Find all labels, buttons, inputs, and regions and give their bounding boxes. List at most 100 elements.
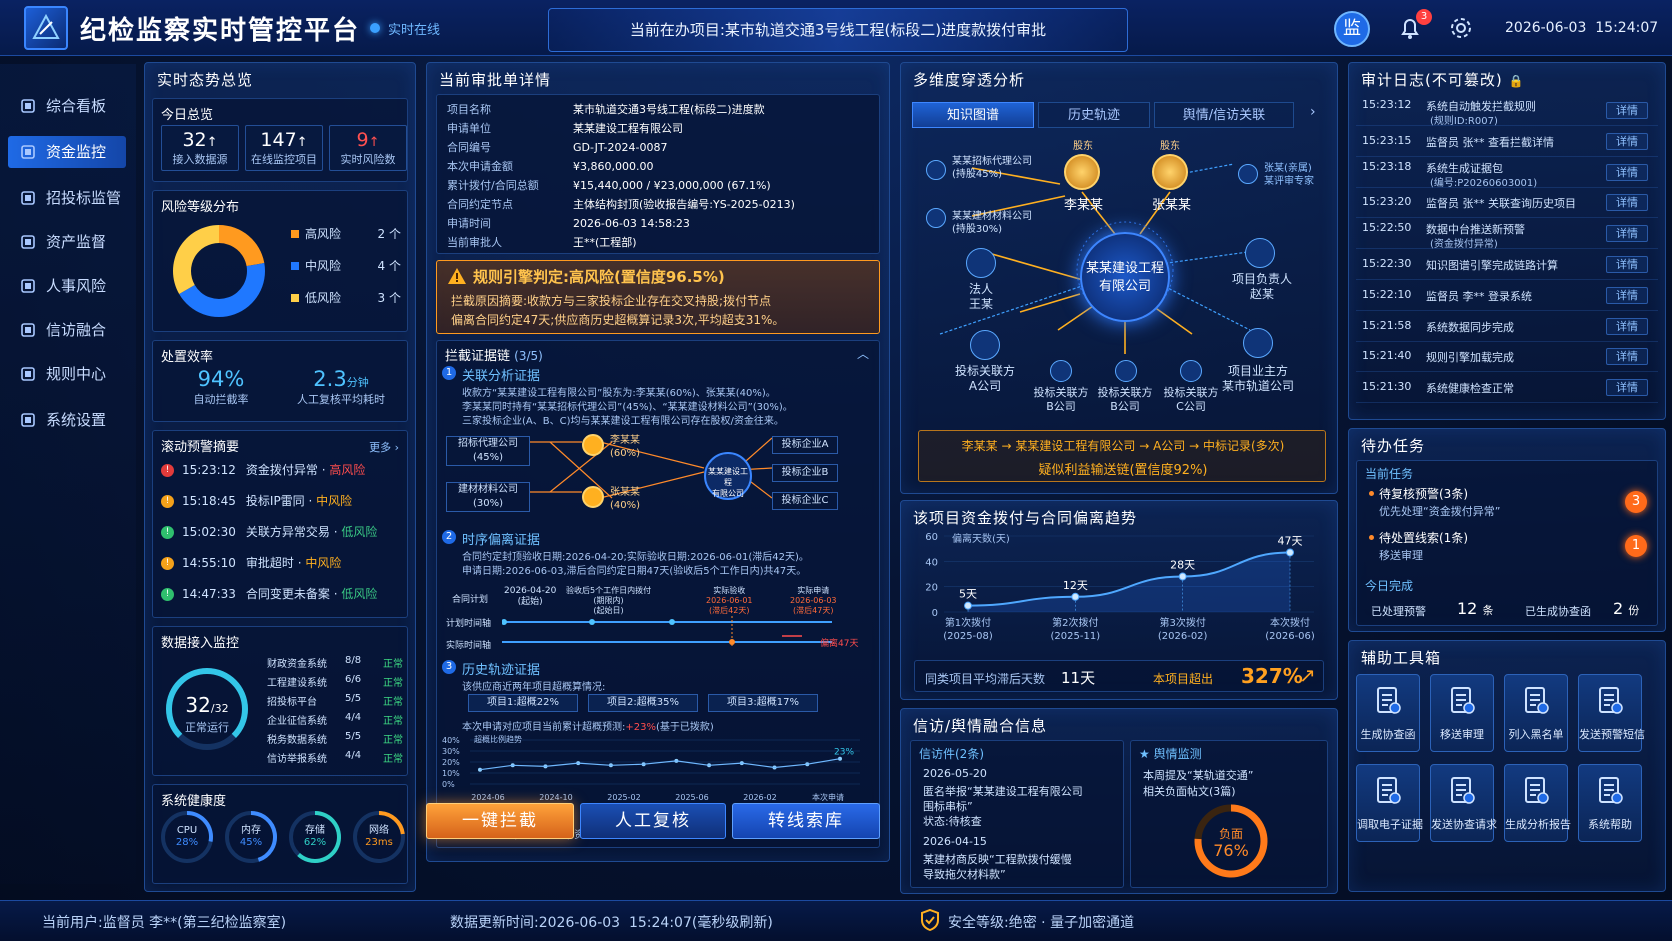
graph-b2-icon[interactable] [1115,360,1137,382]
tool-button-6[interactable]: 生成分析报告 [1504,764,1571,842]
tool-button-1[interactable]: 移送审理 [1430,674,1494,752]
log-detail-button[interactable]: 详情 [1606,132,1648,150]
kpi-card-2[interactable]: 9↑ 实时风险数 [329,125,407,171]
log-time: 15:23:15 [1362,133,1412,147]
graph-material-icon[interactable] [926,208,946,228]
alert-item[interactable]: ! 15:23:12 资金拨付异常 · 高风险 [161,461,365,478]
tool-button-7[interactable]: 系统帮助 [1578,764,1642,842]
todo-item[interactable]: 待处置线索(1条) 移送审理 1 [1365,529,1651,569]
log-detail-button[interactable]: 详情 [1606,225,1648,243]
todo-item[interactable]: 待复核预警(3条) 优先处理“资金拨付异常” 3 [1365,485,1651,525]
graph-legal-icon[interactable] [966,248,996,278]
graph-shareholder-tag-2: 股东 [1160,141,1180,152]
source-count: 5/5 [345,693,362,704]
history-tag-2[interactable]: 项目3:超概17% [708,694,818,712]
alert-item[interactable]: ! 14:55:10 审批超时 · 中风险 [161,554,341,571]
tab-2[interactable]: 舆情/信访关联 [1154,102,1294,128]
petition-title: 信访/舆情融合信息 [913,717,1048,735]
efficiency-number: 2.3 [313,367,347,391]
letter-2-text1: 某建材商反映“工程款拨付缓慢 [923,853,1072,866]
transfer-clue-button[interactable]: 转线索库 [732,803,880,839]
tool-button-3[interactable]: 发送预警短信 [1578,674,1645,752]
graph-agent-name: 某某招标代理公司 [952,156,1032,167]
evidence-2-text2: 申请日期:2026-06-03,滞后合同约定日期47天(验收后5个工作日内)共4… [462,566,807,577]
tool-label: 列入黑名单 [1508,728,1564,741]
log-detail-button[interactable]: 详情 [1606,286,1648,304]
gear-icon[interactable] [1448,15,1474,41]
intercept-button[interactable]: 一键拦截 [426,803,574,839]
alert-item[interactable]: ! 15:18:45 投标IP雷同 · 中风险 [161,492,352,509]
detail-field: 项目名称 某市轨道交通3号线工程(标段二)进度款 [447,101,765,117]
asset-icon [21,235,35,249]
field-key: 项目名称 [447,103,491,116]
graph-center-node[interactable]: 某某建设工程 有限公司 [1080,232,1170,322]
manual-review-button[interactable]: 人工复核 [580,803,726,839]
risk-legend-0: 高风险 2 个 [291,225,401,242]
history-tag-1[interactable]: 项目2:超概35% [588,694,698,712]
alert-item[interactable]: ! 15:02:30 关联方异常交易 · 低风险 [161,523,377,540]
project-banner[interactable]: 当前在办项目:某市轨道交通3号线工程(标段二)进度款拨付审批 [548,8,1128,52]
graph-zhang-person-icon[interactable] [1152,154,1188,190]
field-value: ¥15,440,000 / ¥23,000,000 (67.1%) [573,179,771,192]
history-tag-0[interactable]: 项目1:超概22% [468,694,578,712]
tab-1[interactable]: 历史轨迹 [1038,102,1150,128]
rule-icon [21,367,35,381]
sidebar-item-0[interactable]: 综合看板 [8,90,126,122]
sidebar-item-4[interactable]: 人事风险 [8,270,126,302]
user-avatar[interactable]: 监 [1334,11,1370,47]
todo-subtext: 移送审理 [1379,549,1423,562]
kpi-card-1[interactable]: 147↑ 在线监控项目 [245,125,323,171]
tab-0[interactable]: 知识图谱 [912,102,1034,128]
audit-title-text: 审计日志(不可篡改) [1361,71,1503,89]
sidebar-item-7[interactable]: 系统设置 [8,404,126,436]
log-detail-button[interactable]: 详情 [1606,102,1648,119]
timeline-date3: 实际验收 2026-06-01 (滞后42天) [706,586,753,616]
opinion-text1: 本周提及“某轨道交通” [1143,769,1254,782]
alert-item[interactable]: ! 14:47:33 合同变更未备案 · 低风险 [161,585,377,602]
sidebar-item-6[interactable]: 规则中心 [8,358,126,390]
log-detail-button[interactable]: 详情 [1606,379,1648,397]
log-time: 15:22:50 [1362,221,1412,235]
graph-b-icon[interactable] [1050,360,1072,382]
graph-li-person-icon[interactable] [1064,154,1100,190]
collapse-chevron-icon[interactable]: ︿ [857,345,869,362]
tool-button-2[interactable]: 列入黑名单 [1504,674,1568,752]
graph-pm-icon[interactable] [1245,238,1275,268]
audit-title: 审计日志(不可篡改) 🔒 [1361,69,1524,90]
legend-count: 2 个 [377,227,401,241]
graph-c-icon[interactable] [1180,360,1202,382]
source-name: 招投标平台 [267,697,317,708]
e1-zhang-person-icon [582,486,604,508]
e1-center-line1: 某某建设工程 [708,467,748,487]
log-detail-button[interactable]: 详情 [1606,256,1648,273]
graph-a-name: A公司 [968,379,1002,393]
log-detail-button[interactable]: 详情 [1606,194,1648,212]
health-name: 存储 [305,825,325,836]
tool-button-5[interactable]: 发送协查请求 [1430,764,1497,842]
donut-slice-0 [219,225,265,267]
alerts-more-link[interactable]: 更多 › [369,439,399,455]
log-detail-button[interactable]: 详情 [1606,348,1648,366]
sidebar-item-2[interactable]: 招投标监管 [8,182,126,214]
log-text: 知识图谱引擎完成链路计算 [1426,259,1558,272]
tab-next-chevron-icon[interactable]: › [1310,104,1316,120]
bidding-icon [21,191,35,205]
tool-button-4[interactable]: 调取电子证据 [1356,764,1423,842]
e1-company-a: 投标企业A [772,436,838,454]
graph-a-icon[interactable] [970,330,1000,360]
sidebar-item-1[interactable]: 资金监控 [8,136,126,168]
evidence-2-text1: 合同约定封顶验收日期:2026-04-20;实际验收日期:2026-06-01(… [462,552,809,563]
data-access-gauge-value: 32/32 [175,693,239,717]
sidebar-item-5[interactable]: 信访融合 [8,314,126,346]
tool-button-0[interactable]: 生成协查函 [1356,674,1420,752]
timeline-date3-value: 2026-06-01 [706,596,753,605]
efficiency-metric-0: 94% 自动拦截率 [161,367,281,407]
log-detail-button[interactable]: 详情 [1606,163,1648,181]
sidebar-item-3[interactable]: 资产监督 [8,226,126,258]
graph-expert-icon[interactable] [1238,164,1258,184]
graph-owner-icon[interactable] [1243,328,1273,358]
graph-agent-icon[interactable] [926,160,946,180]
log-detail-button[interactable]: 详情 [1606,317,1648,335]
kpi-card-0[interactable]: 32↑ 接入数据源 [161,125,239,171]
alerts-title: 滚动预警摘要 [161,440,240,455]
